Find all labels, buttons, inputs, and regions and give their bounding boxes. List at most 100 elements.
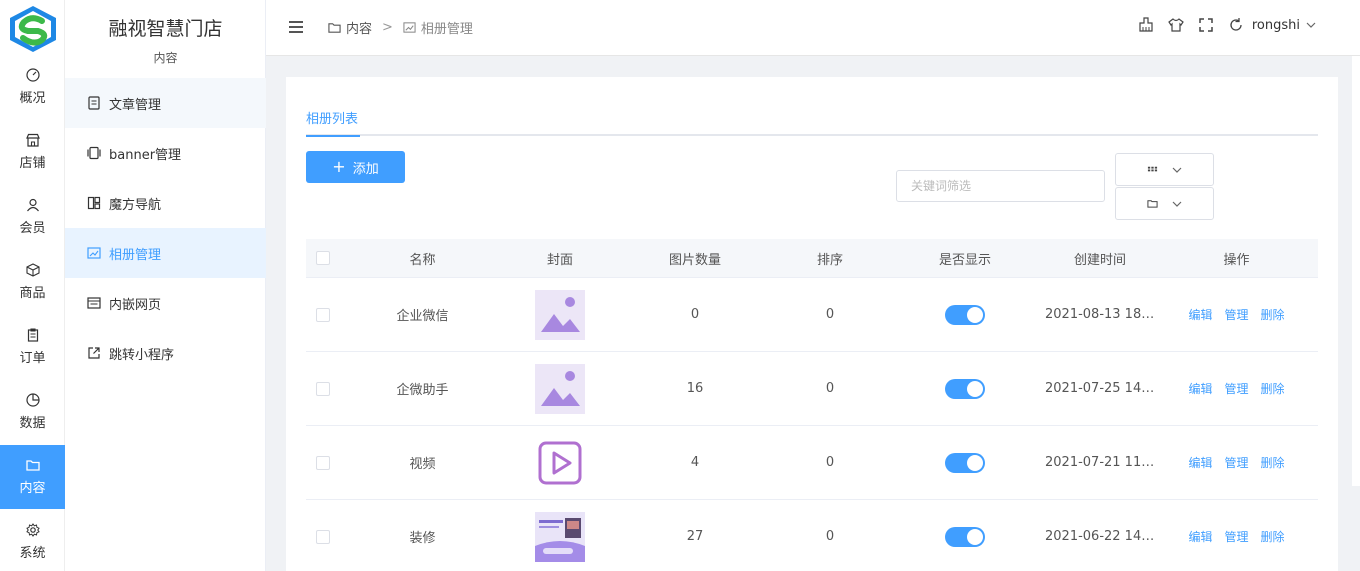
grid-nav-icon	[87, 196, 101, 210]
edit-link[interactable]: 编辑	[1188, 380, 1212, 397]
cover-thumbnail[interactable]	[535, 363, 585, 414]
submenu-item[interactable]: banner管理	[65, 128, 266, 178]
user-icon	[26, 198, 39, 212]
select-all-checkbox[interactable]	[316, 251, 330, 265]
export-select[interactable]	[1115, 187, 1214, 220]
submenu-item[interactable]: 文章管理	[65, 78, 266, 128]
row-checkbox[interactable]	[316, 381, 330, 396]
rail-item[interactable]: 系统	[0, 510, 65, 571]
submenu-item[interactable]: 相册管理	[65, 228, 266, 278]
submenu-item[interactable]: 跳转小程序	[65, 328, 266, 378]
folder-icon	[25, 460, 40, 471]
primary-nav-rail: 概况 店铺 会员 商品 订单 数据内容系统	[0, 0, 65, 571]
album-name: 企微助手	[396, 383, 449, 398]
tab-album-list[interactable]: 相册列表	[306, 108, 361, 137]
row-checkbox[interactable]	[316, 455, 330, 470]
table-header: 名称 封面 图片数量 排序 是否显示 创建时间 操作	[306, 239, 1318, 278]
username: rongshi	[1251, 17, 1300, 33]
actions-cell: 编辑 管理 删除	[1155, 454, 1318, 471]
actions-cell: 编辑 管理 删除	[1155, 528, 1318, 545]
chevron-down-icon	[1306, 22, 1316, 28]
manage-link[interactable]: 管理	[1224, 306, 1248, 323]
row-checkbox[interactable]	[316, 529, 330, 544]
row-select-cell	[306, 381, 340, 396]
app-logo[interactable]	[6, 4, 60, 54]
rail-item[interactable]: 内容	[0, 445, 65, 509]
image-count: 4	[690, 455, 700, 470]
column-header-name: 名称	[409, 252, 436, 268]
manage-link[interactable]: 管理	[1224, 454, 1248, 471]
keyword-filter-input[interactable]	[896, 170, 1105, 202]
row-checkbox[interactable]	[316, 307, 330, 322]
image-placeholder-icon	[535, 289, 585, 340]
album-table: 名称 封面 图片数量 排序 是否显示 创建时间 操作 企业微信 0 0 2021-08…	[306, 239, 1318, 571]
rail-item[interactable]: 数据	[0, 380, 65, 444]
gauge-icon	[25, 68, 40, 82]
video-play-icon	[535, 437, 585, 488]
image-count: 16	[686, 381, 704, 396]
column-toggle-select[interactable]	[1115, 153, 1214, 186]
sort-order: 0	[825, 529, 835, 544]
rail-item[interactable]: 订单	[0, 315, 65, 379]
cover-thumbnail[interactable]	[535, 511, 585, 562]
chevron-down-icon	[1172, 167, 1182, 173]
picture-icon	[403, 22, 416, 33]
rail-item[interactable]: 店铺	[0, 120, 65, 184]
chevron-down-icon	[1172, 201, 1182, 207]
clear-cache-icon[interactable]	[1138, 17, 1154, 33]
breadcrumb-item-content[interactable]: 内容	[346, 18, 372, 37]
breadcrumb: 内容 > 相册管理	[328, 18, 473, 37]
fullscreen-icon[interactable]	[1198, 17, 1214, 33]
edit-link[interactable]: 编辑	[1188, 306, 1212, 323]
cover-thumbnail[interactable]	[535, 437, 585, 488]
folder-icon	[1147, 200, 1158, 208]
edit-link[interactable]: 编辑	[1188, 454, 1212, 471]
user-menu[interactable]: rongshi	[1252, 18, 1316, 33]
secondary-sidebar: 融视智慧门店 内容 文章管理 banner管理 魔方导航 相册管理 内嵌网页 跳转小程序	[65, 0, 266, 571]
created-time: 2021-07-21 11:...	[1045, 455, 1155, 470]
image-count: 0	[690, 307, 700, 322]
edit-link[interactable]: 编辑	[1188, 528, 1212, 545]
rail-item-label: 内容	[19, 481, 46, 496]
manage-link[interactable]: 管理	[1224, 380, 1248, 397]
visible-toggle[interactable]	[945, 378, 985, 399]
submenu-item[interactable]: 魔方导航	[65, 178, 266, 228]
section-title: 内容	[153, 51, 178, 65]
rail-item[interactable]: 概况	[0, 55, 65, 119]
submenu-item-label: 跳转小程序	[109, 347, 175, 363]
banner-icon	[87, 146, 101, 160]
delete-link[interactable]: 删除	[1261, 454, 1285, 471]
visible-toggle[interactable]	[945, 304, 985, 325]
menu-toggle-icon[interactable]	[288, 19, 304, 35]
delete-link[interactable]: 删除	[1261, 306, 1285, 323]
theme-shirt-icon[interactable]	[1168, 17, 1184, 33]
add-album-button[interactable]: + 添加	[306, 151, 405, 183]
delete-link[interactable]: 删除	[1261, 528, 1285, 545]
page-scrollbar[interactable]	[1352, 56, 1360, 486]
column-header-count: 图片数量	[668, 252, 721, 268]
cover-thumbnail[interactable]	[535, 289, 585, 340]
refresh-icon[interactable]	[1228, 17, 1244, 33]
clipboard-icon	[27, 328, 38, 342]
submenu-item-label: 内嵌网页	[109, 297, 162, 313]
visible-cell	[885, 304, 1045, 325]
visible-cell	[885, 526, 1045, 547]
created-time: 2021-06-22 14:...	[1045, 529, 1155, 544]
pie-icon	[25, 393, 40, 407]
row-select-cell	[306, 529, 340, 544]
submenu-item[interactable]: 内嵌网页	[65, 278, 266, 328]
image-count: 27	[686, 529, 704, 544]
rail-item[interactable]: 会员	[0, 185, 65, 249]
visible-toggle[interactable]	[945, 452, 985, 473]
visible-toggle[interactable]	[945, 526, 985, 547]
delete-link[interactable]: 删除	[1261, 380, 1285, 397]
article-icon	[88, 96, 100, 110]
album-icon	[87, 247, 101, 259]
column-header-created: 创建时间	[1073, 252, 1126, 268]
column-header-cover: 封面	[546, 252, 573, 268]
submenu-item-label: 文章管理	[109, 97, 162, 113]
rail-item[interactable]: 商品	[0, 250, 65, 314]
album-name: 视频	[409, 457, 436, 472]
manage-link[interactable]: 管理	[1224, 528, 1248, 545]
cover-cell	[505, 511, 615, 562]
